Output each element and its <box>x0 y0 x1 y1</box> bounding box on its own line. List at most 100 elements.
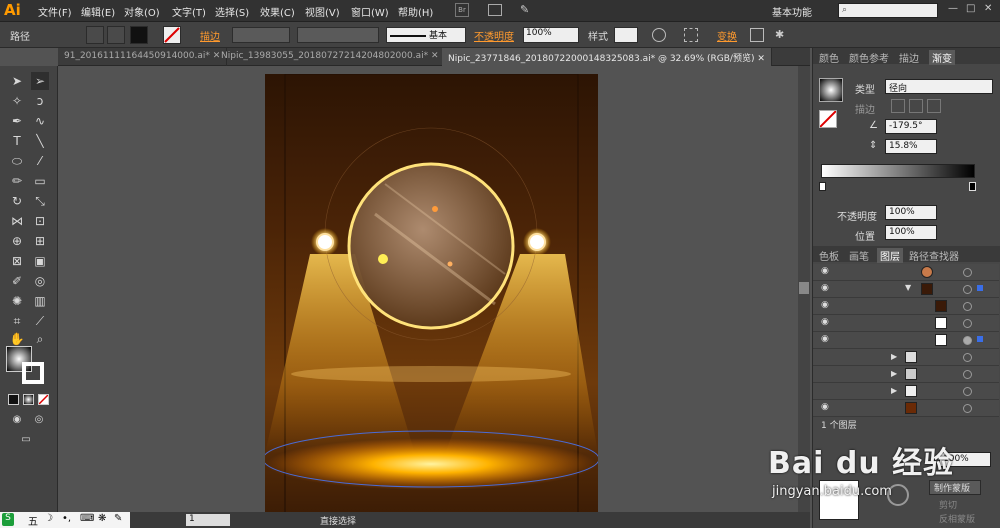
menu-object[interactable]: 对象(O) <box>124 4 160 19</box>
clip-checkbox-label[interactable]: 剪切 <box>939 498 957 511</box>
selection-tool-icon[interactable]: ➤ <box>8 72 26 90</box>
menu-help[interactable]: 帮助(H) <box>398 4 433 19</box>
invert-mask-checkbox-label[interactable]: 反相蒙版 <box>939 512 975 525</box>
stroke-along-icon[interactable] <box>909 99 923 113</box>
stroke-weight-field[interactable] <box>232 27 290 43</box>
angle-field[interactable]: -179.5° <box>885 119 937 134</box>
perspective-icon[interactable]: ⊞ <box>31 232 49 250</box>
eye-icon[interactable]: ◉ <box>821 334 829 344</box>
symbol-sprayer-icon[interactable]: ✺ <box>8 292 26 310</box>
pencil-icon[interactable]: ✏ <box>8 172 26 190</box>
pen-tool-icon[interactable]: ✒ <box>8 112 26 130</box>
target-icon[interactable] <box>963 336 972 345</box>
gradient-mode-icon[interactable] <box>23 394 34 405</box>
variable-width-profile[interactable] <box>297 27 379 43</box>
aspect-ratio-field[interactable]: 15.8% <box>885 139 937 154</box>
width-tool-icon[interactable]: ⋈ <box>8 212 26 230</box>
magic-wand-icon[interactable]: ✧ <box>8 92 26 110</box>
target-icon[interactable] <box>963 302 972 311</box>
mesh-tool-icon[interactable]: ⊠ <box>8 252 26 270</box>
layer-row[interactable]: ◉ <box>813 315 999 332</box>
eye-icon[interactable]: ◉ <box>821 283 829 293</box>
gradient-slider[interactable] <box>821 164 975 178</box>
artboard-tool-icon[interactable]: ⌗ <box>8 312 26 330</box>
layer-row[interactable]: ▶ <box>813 366 999 383</box>
gradient-preview-swatch[interactable] <box>819 78 843 102</box>
tab-doc-3[interactable]: Nipic_23771846_20180722000148325083.ai* … <box>442 48 772 66</box>
menu-edit[interactable]: 编辑(E) <box>81 4 115 19</box>
arrange-documents-icon[interactable] <box>488 4 502 16</box>
drawing-mode-icon[interactable]: ◉ <box>8 411 26 429</box>
target-icon[interactable] <box>963 353 972 362</box>
target-icon[interactable] <box>963 319 972 328</box>
isolate-icon[interactable] <box>86 26 104 44</box>
minimize-icon[interactable]: — <box>948 3 958 14</box>
sogou-icon[interactable]: S <box>2 513 14 526</box>
rotate-icon[interactable]: ↻ <box>8 192 26 210</box>
close-icon[interactable]: ✕ <box>984 3 992 14</box>
punctuation-icon[interactable]: •, <box>62 513 71 524</box>
artboard[interactable] <box>265 74 598 516</box>
graphic-style-swatch[interactable] <box>614 27 638 43</box>
align-icon[interactable] <box>684 28 698 42</box>
target-icon[interactable] <box>963 268 972 277</box>
lasso-icon[interactable]: ↄ <box>31 92 49 110</box>
search-input[interactable]: ⌕ <box>838 3 938 18</box>
ellipse-tool-icon[interactable]: ⬭ <box>8 152 26 170</box>
layer-row[interactable]: ◉ <box>813 298 999 315</box>
tab-brushes[interactable]: 画笔 <box>849 248 869 263</box>
expand-icon[interactable]: ▶ <box>891 369 897 378</box>
stroke-label[interactable]: 描边 <box>200 28 220 43</box>
menu-effect[interactable]: 效果(C) <box>260 4 295 19</box>
collapse-icon[interactable]: ▼ <box>905 283 911 292</box>
keyboard-icon[interactable]: ⌨ <box>80 513 94 524</box>
stroke-swatch[interactable] <box>163 26 181 44</box>
direct-selection-tool-icon[interactable]: ➢ <box>31 72 49 90</box>
column-graph-icon[interactable]: ▥ <box>31 292 49 310</box>
workspace-switcher[interactable]: 基本功能 <box>772 4 812 19</box>
menu-type[interactable]: 文字(T) <box>172 4 206 19</box>
stop-opacity-field[interactable]: 100% <box>885 205 937 220</box>
tab-pathfinder[interactable]: 路径查找器 <box>909 248 959 263</box>
eye-icon[interactable]: ◉ <box>821 266 829 276</box>
bridge-icon[interactable]: Br <box>455 3 469 17</box>
blend-tool-icon[interactable]: ◎ <box>31 272 49 290</box>
layer-row[interactable]: ▶ <box>813 349 999 366</box>
target-icon[interactable] <box>963 370 972 379</box>
transform-label[interactable]: 变换 <box>717 28 737 43</box>
artboard-number-field[interactable]: 1 <box>186 514 230 526</box>
maximize-icon[interactable]: □ <box>966 3 975 14</box>
puppet-warp-icon[interactable]: ✱ <box>775 28 791 42</box>
free-transform-icon[interactable]: ⊡ <box>31 212 49 230</box>
layer-row[interactable]: ◉ ▼ <box>813 281 999 298</box>
brush-icon[interactable]: ✎ <box>520 3 535 18</box>
eyedropper-icon[interactable]: ✐ <box>8 272 26 290</box>
gradient-tool-icon[interactable]: ▣ <box>31 252 49 270</box>
tab-gradient[interactable]: 渐变 <box>929 50 955 65</box>
layer-row[interactable]: ◉ <box>813 264 999 281</box>
transform-icon[interactable] <box>750 28 764 42</box>
anchor-icon[interactable] <box>107 26 125 44</box>
scale-icon[interactable]: ⤡ <box>31 192 49 210</box>
brush-definition-select[interactable]: 基本 <box>386 27 466 43</box>
stroke-within-icon[interactable] <box>891 99 905 113</box>
layer-row[interactable]: ▶ <box>813 383 999 400</box>
vertical-scroll-thumb[interactable] <box>799 282 809 294</box>
ime-mode-label[interactable]: 五 <box>28 513 38 528</box>
shape-builder-icon[interactable]: ⊕ <box>8 232 26 250</box>
zoom-tool-icon[interactable]: ⌕ <box>31 330 49 348</box>
line-tool-icon[interactable]: ╲ <box>31 132 49 150</box>
tab-layers[interactable]: 图层 <box>877 248 903 263</box>
target-icon[interactable] <box>963 285 972 294</box>
gradient-type-select[interactable]: 径向 <box>885 79 993 94</box>
opacity-field[interactable]: 100% <box>523 27 579 43</box>
slice-tool-icon[interactable]: ⟋ <box>31 312 49 330</box>
tab-doc-1[interactable]: 91_20161111164450914000.ai* ✕ <box>58 48 228 66</box>
tab-doc-2[interactable]: Nipic_13983055_20180727214204802000.ai* … <box>215 48 446 66</box>
stroke-color-swatch[interactable] <box>22 362 44 384</box>
target-icon[interactable] <box>963 387 972 396</box>
layer-row[interactable]: ◉ <box>813 400 999 417</box>
eraser-icon[interactable]: ▭ <box>31 172 49 190</box>
paintbrush-icon[interactable]: ⁄ <box>31 152 49 170</box>
tab-swatches[interactable]: 色板 <box>819 248 839 263</box>
